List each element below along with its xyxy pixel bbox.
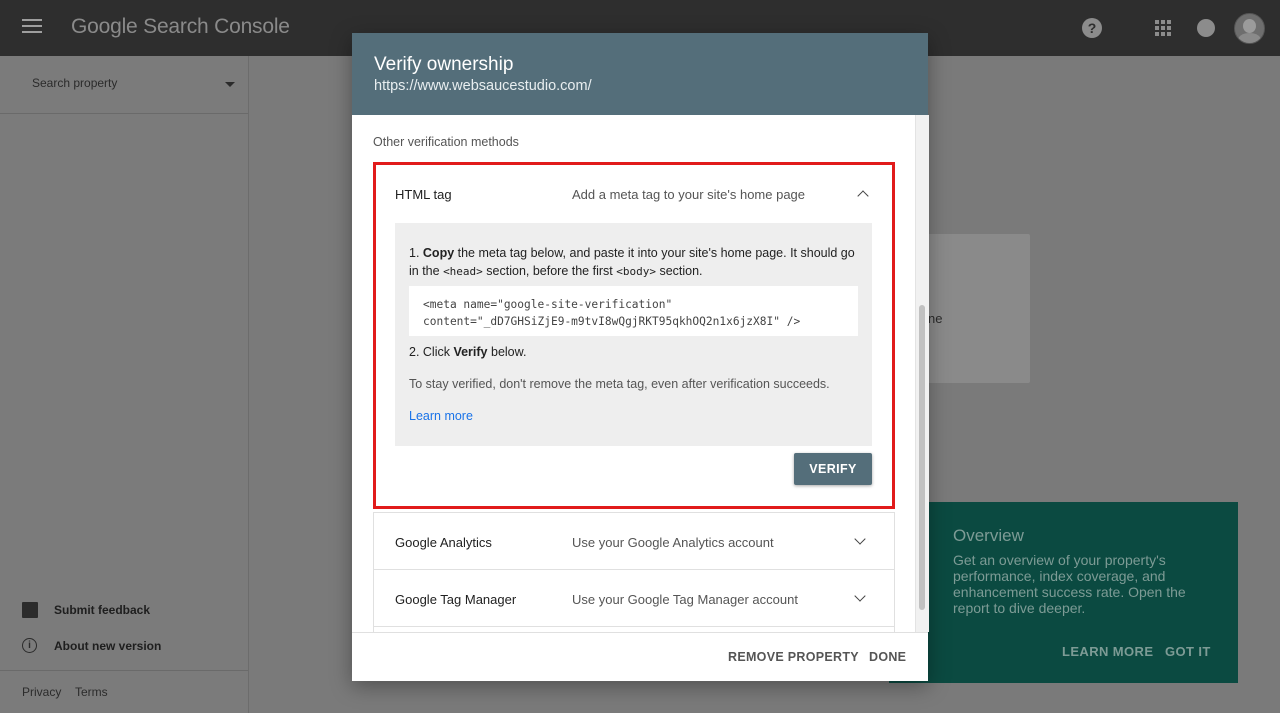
html-tag-method: HTML tag Add a meta tag to your site's h… — [373, 162, 895, 509]
app-logo[interactable]: Google Search Console — [71, 15, 290, 39]
method-desc: Use your Google Tag Manager account — [572, 592, 798, 607]
dialog-url: https://www.websaucestudio.com/ — [374, 78, 592, 94]
stay-verified-note: To stay verified, don't remove the meta … — [409, 377, 830, 391]
search-property-dropdown[interactable]: Search property — [0, 56, 248, 114]
step-1-text: 1. Copy the meta tag below, and paste it… — [409, 246, 855, 278]
meta-tag-code-box[interactable]: <meta name="google-site-verification" co… — [409, 286, 858, 336]
method-google-analytics[interactable]: Google Analytics Use your Google Analyti… — [373, 512, 895, 570]
step-2-text: 2. Click Verify below. — [409, 345, 527, 359]
scrollbar-thumb[interactable] — [919, 305, 925, 610]
verify-ownership-dialog: Verify ownership https://www.websaucestu… — [352, 33, 929, 681]
caret-down-icon — [225, 82, 235, 87]
terms-link[interactable]: Terms — [75, 685, 108, 699]
overview-title: Overview — [953, 526, 1024, 545]
feedback-icon — [22, 602, 38, 618]
learn-more-link[interactable]: Learn more — [409, 409, 473, 423]
chevron-down-icon[interactable] — [854, 533, 866, 545]
method-desc: Use your Google Analytics account — [572, 535, 774, 550]
submit-feedback-label: Submit feedback — [54, 603, 151, 617]
apps-grid-icon[interactable] — [1149, 14, 1177, 42]
dialog-body[interactable]: Other verification methods HTML tag Add … — [352, 115, 915, 632]
avatar[interactable] — [1234, 13, 1265, 44]
info-icon: i — [22, 638, 37, 653]
search-property-label: Search property — [32, 76, 118, 90]
privacy-link[interactable]: Privacy — [22, 685, 61, 699]
html-tag-name: HTML tag — [395, 187, 452, 202]
dialog-title: Verify ownership — [374, 54, 514, 75]
overview-text: Get an overview of your property's perfo… — [953, 552, 1186, 616]
sidebar-divider — [0, 670, 248, 671]
chevron-up-icon[interactable] — [857, 190, 869, 202]
meta-tag-code[interactable]: <meta name="google-site-verification" co… — [423, 296, 800, 330]
dialog-footer: REMOVE PROPERTY DONE — [352, 632, 928, 681]
got-it-button[interactable]: GOT IT — [1165, 644, 1211, 659]
chevron-down-icon[interactable] — [854, 590, 866, 602]
dialog-scrollbar[interactable] — [915, 115, 929, 632]
html-tag-instructions: 1. Copy the meta tag below, and paste it… — [395, 223, 872, 446]
help-icon[interactable]: ? — [1078, 14, 1106, 42]
overview-tooltip: Overview Get an overview of your propert… — [889, 502, 1238, 683]
dialog-header: Verify ownership https://www.websaucestu… — [352, 33, 928, 115]
method-name: Google Tag Manager — [395, 592, 517, 607]
html-tag-header[interactable]: HTML tag Add a meta tag to your site's h… — [374, 163, 894, 223]
html-tag-desc: Add a meta tag to your site's home page — [572, 187, 806, 202]
notifications-icon[interactable] — [1192, 14, 1220, 42]
learn-more-button[interactable]: LEARN MORE — [1062, 644, 1153, 659]
verify-button[interactable]: VERIFY — [794, 453, 872, 485]
menu-icon[interactable] — [18, 16, 46, 40]
remove-property-button[interactable]: REMOVE PROPERTY — [728, 650, 859, 664]
other-methods-label: Other verification methods — [373, 135, 519, 149]
background-card-text: ne — [928, 311, 943, 326]
about-label: About new version — [54, 639, 162, 653]
method-name: Google Analytics — [395, 535, 492, 550]
done-button[interactable]: DONE — [869, 650, 906, 664]
method-google-tag-manager[interactable]: Google Tag Manager Use your Google Tag M… — [373, 569, 895, 627]
